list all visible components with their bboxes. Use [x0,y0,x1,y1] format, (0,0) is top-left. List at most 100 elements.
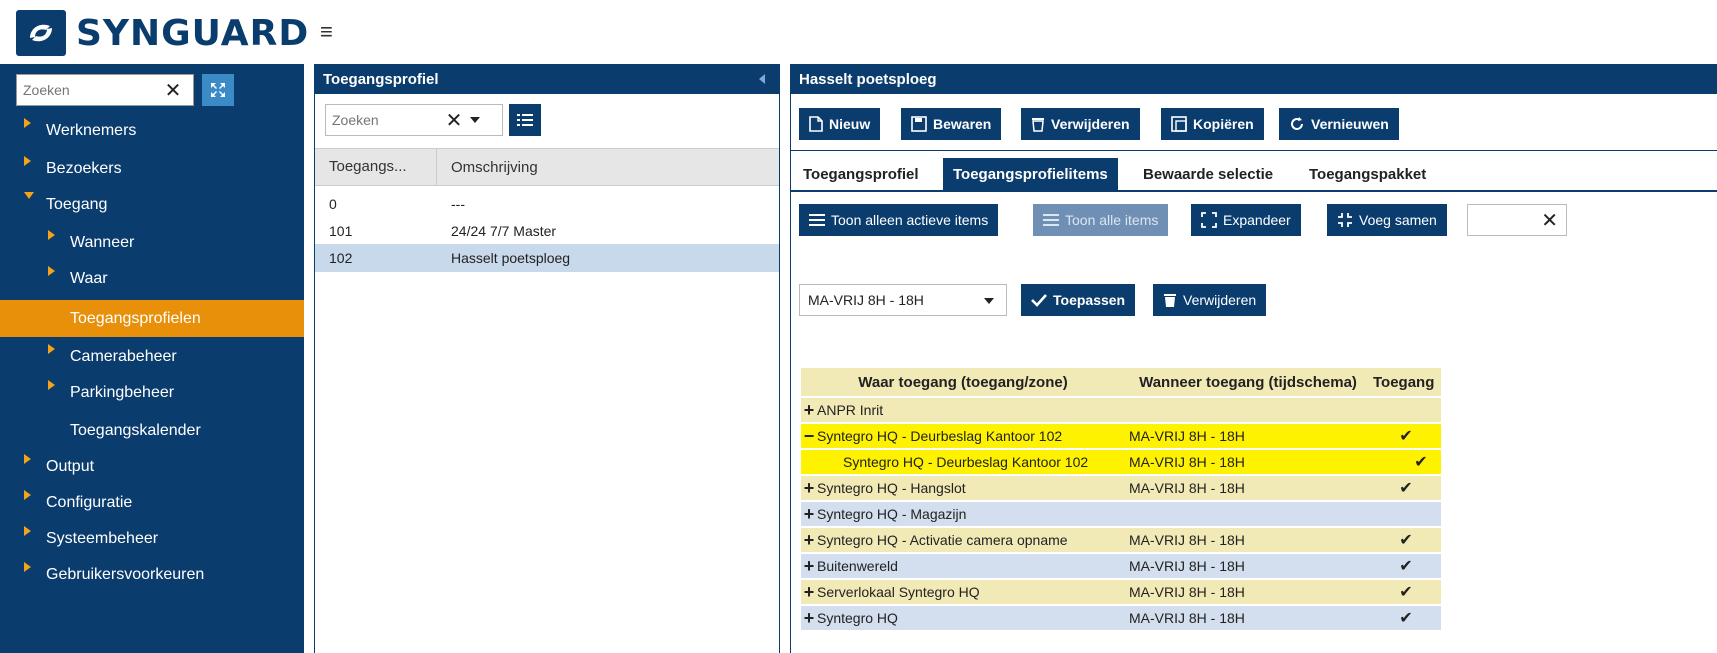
merge-button[interactable]: Voeg samen [1327,204,1447,236]
list-icon [1043,213,1059,227]
column-header-access[interactable]: Toegang [1371,374,1441,391]
remove-schedule-button[interactable]: Verwijderen [1153,284,1267,316]
cell-when: MA-VRIJ 8H - 18H [1129,480,1245,496]
sidebar: ✕ Werknemers Bezoekers Toegang Wanneer Waar T… [0,64,304,653]
sidebar-item-wanneer[interactable]: Wanneer [0,224,304,261]
caret-right-icon [48,230,55,240]
table-row[interactable]: + Serverlokaal Syntegro HQ MA-VRIJ 8H - 18… [801,580,1441,604]
show-active-items-button[interactable]: Toon alleen actieve items [799,204,999,236]
cell-when: MA-VRIJ 8H - 18H [1129,584,1245,600]
cell-when: MA-VRIJ 8H - 18H [1129,610,1245,626]
checkmark-icon: ✔ [1399,480,1413,497]
cell-access: ✔ [1371,608,1441,628]
profiles-panel: Toegangsprofiel ✕ Toegangs... Omschrijvi… [314,64,780,653]
menu-toggle-icon[interactable]: ≡ [320,21,333,43]
new-button[interactable]: Nieuw [799,108,881,140]
caret-right-icon [24,526,31,536]
table-row[interactable]: 101 24/24 7/7 Master [315,217,779,245]
table-row[interactable]: + ANPR Inrit [801,398,1441,422]
merge-button-label: Voeg samen [1359,212,1437,228]
table-row[interactable]: + Syntegro HQ - Hangslot MA-VRIJ 8H - 18H ✔ [801,476,1441,500]
sidebar-search-clear-icon[interactable]: ✕ [157,78,189,103]
checkmark-icon: ✔ [1399,428,1413,445]
show-active-items-label: Toon alleen actieve items [831,212,989,228]
sidebar-item-gebruikersvoorkeuren[interactable]: Gebruikersvoorkeuren [0,556,304,593]
sidebar-item-werknemers[interactable]: Werknemers [0,112,304,149]
schedule-select[interactable]: MA-VRIJ 8H - 18H [799,284,1007,316]
table-row[interactable]: + Buitenwereld MA-VRIJ 8H - 18H ✔ [801,554,1441,578]
table-row[interactable]: 102 Hasselt poetsploeg [315,244,779,272]
cell-where: + Syntegro HQ - Hangslot [801,480,1125,496]
refresh-button[interactable]: Vernieuwen [1279,108,1399,140]
table-row[interactable]: + Syntegro HQ MA-VRIJ 8H - 18H ✔ [801,606,1441,630]
expand-plus-icon[interactable]: + [801,402,817,418]
column-header-id[interactable]: Toegangs... [315,148,437,186]
table-row[interactable]: − Syntegro HQ - Deurbeslag Kantoor 102 MA-… [801,424,1441,448]
sidebar-item-systeembeheer[interactable]: Systeembeheer [0,520,304,557]
cell-access: ✔ [1371,478,1441,498]
sidebar-search-input[interactable] [17,76,157,104]
cell-where: + Syntegro HQ - Magazijn [801,506,1125,522]
sidebar-item-camerabeheer[interactable]: Camerabeheer [0,338,304,375]
sidebar-item-toegangsprofielen[interactable]: Toegangsprofielen [0,300,304,337]
expand-plus-icon[interactable]: + [801,610,817,626]
cell-where: Syntegro HQ - Deurbeslag Kantoor 102 [801,454,1125,470]
cell-when: MA-VRIJ 8H - 18H [1129,558,1245,574]
column-header-when[interactable]: Wanneer toegang (tijdschema) [1125,374,1371,391]
tab-toegangsprofiel[interactable]: Toegangsprofiel [793,158,929,190]
tab-underline [791,190,1717,192]
sidebar-item-label: Werknemers [46,121,137,139]
tab-toegangsprofielitems[interactable]: Toegangsprofielitems [943,158,1118,190]
expand-plus-icon[interactable]: + [801,480,817,496]
profiles-search-dropdown-icon[interactable] [470,117,480,123]
profiles-search-input[interactable] [326,106,442,134]
expand-button[interactable]: Expandeer [1191,204,1301,236]
cell-when: MA-VRIJ 8H - 18H [1129,532,1245,548]
column-header-description[interactable]: Omschrijving [437,159,538,176]
cell-where: + Buitenwereld [801,558,1125,574]
sidebar-item-waar[interactable]: Waar [0,260,304,297]
save-button[interactable]: Bewaren [901,108,1002,140]
checkmark-icon: ✔ [1399,610,1413,627]
sidebar-expand-button[interactable] [202,74,234,106]
show-all-items-button[interactable]: Toon alle items [1033,204,1169,236]
filter-search-input[interactable]: ✕ [1467,204,1567,236]
checkmark-icon: ✔ [1399,558,1413,575]
filter-clear-icon[interactable]: ✕ [1541,208,1558,233]
table-row[interactable]: + Syntegro HQ - Activatie camera opname MA… [801,528,1441,552]
table-row[interactable]: 0 --- [315,190,779,218]
sidebar-item-toegangskalender[interactable]: Toegangskalender [0,412,304,449]
cell-where: + ANPR Inrit [801,402,1125,418]
collapse-left-icon[interactable] [759,74,765,84]
profiles-search: ✕ [325,104,503,136]
caret-down-icon [24,192,34,199]
expand-plus-icon[interactable]: + [801,506,817,522]
sidebar-item-configuratie[interactable]: Configuratie [0,484,304,521]
expand-plus-icon[interactable]: + [801,584,817,600]
copy-button[interactable]: Kopiëren [1161,108,1264,140]
tab-toegangspakket[interactable]: Toegangspakket [1299,158,1436,190]
collapse-minus-icon[interactable]: − [801,428,817,444]
cell-where: − Syntegro HQ - Deurbeslag Kantoor 102 [801,428,1125,444]
apply-button[interactable]: Toepassen [1021,284,1136,316]
table-row[interactable]: Syntegro HQ - Deurbeslag Kantoor 102 MA-V… [801,450,1441,474]
sidebar-item-parkingbeheer[interactable]: Parkingbeheer [0,374,304,411]
caret-right-icon [24,156,31,166]
caret-right-icon [48,344,55,354]
collapse-icon [1337,212,1353,228]
expand-plus-icon[interactable]: + [801,558,817,574]
sidebar-item-toegang[interactable]: Toegang [0,186,304,223]
column-header-where[interactable]: Waar toegang (toegang/zone) [801,374,1125,391]
schedule-select-value: MA-VRIJ 8H - 18H [808,292,924,308]
expand-plus-icon[interactable]: + [801,532,817,548]
tab-bewaarde-selectie[interactable]: Bewaarde selectie [1133,158,1283,190]
apply-button-label: Toepassen [1053,292,1126,308]
sidebar-item-bezoekers[interactable]: Bezoekers [0,150,304,187]
caret-right-icon [24,118,31,128]
profiles-search-clear-icon[interactable]: ✕ [442,108,466,133]
sidebar-item-output[interactable]: Output [0,448,304,485]
profiles-panel-header: Toegangsprofiel [315,64,779,94]
table-row[interactable]: + Syntegro HQ - Magazijn [801,502,1441,526]
delete-button[interactable]: Verwijderen [1021,108,1140,140]
profiles-list-view-button[interactable] [509,104,541,136]
